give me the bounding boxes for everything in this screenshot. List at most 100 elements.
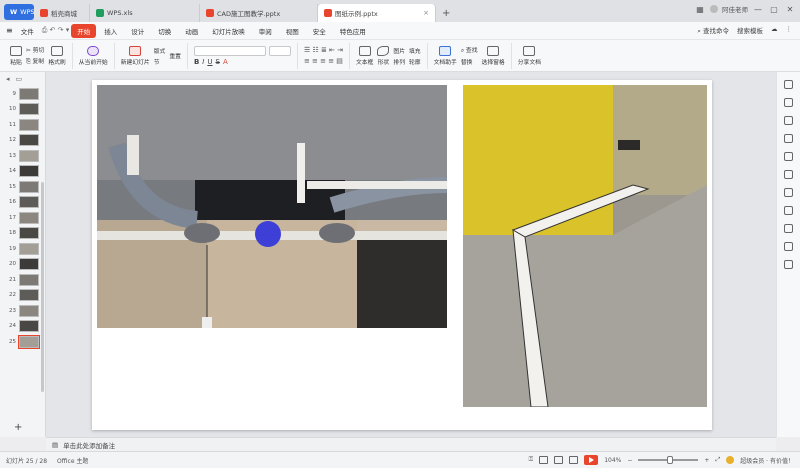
- user-name[interactable]: 阿佳老师: [722, 4, 748, 14]
- zoom-slider[interactable]: [638, 456, 699, 464]
- animation-icon[interactable]: [784, 116, 793, 125]
- outline-button[interactable]: 轮廓: [409, 57, 421, 66]
- slide-thumbnail[interactable]: 17: [0, 210, 45, 226]
- cut-button[interactable]: ✂ 剪切: [26, 45, 44, 54]
- close-window-icon[interactable]: ✕: [784, 5, 796, 14]
- maximize-icon[interactable]: ▢: [768, 5, 780, 14]
- current-slide[interactable]: [92, 80, 712, 430]
- baseboard-photo[interactable]: [463, 85, 707, 407]
- menu-home[interactable]: 开始: [71, 23, 97, 38]
- layout-button[interactable]: 版式: [154, 46, 166, 55]
- add-slide-button[interactable]: +: [14, 422, 22, 433]
- location-icon[interactable]: [784, 224, 793, 233]
- notes-bar[interactable]: ▤ 单击此处添加备注: [46, 437, 776, 451]
- paste-button[interactable]: 粘贴: [10, 45, 22, 66]
- play-slideshow-button[interactable]: [584, 455, 599, 465]
- tab-presentation-cad[interactable]: CAD施工图教学.pptx: [200, 4, 318, 22]
- cube-icon[interactable]: [784, 188, 793, 197]
- slide-thumbnail[interactable]: 16: [0, 195, 45, 211]
- menu-animation[interactable]: 动画: [179, 24, 204, 38]
- ceiling-duct-photo[interactable]: [97, 85, 447, 328]
- quick-access-icons[interactable]: ⎙ ↶ ↷ ▾: [42, 26, 70, 35]
- close-tab-icon[interactable]: ×: [423, 9, 429, 17]
- select-pane-button[interactable]: 选择窗格: [482, 45, 505, 66]
- fill-button[interactable]: 填充: [409, 46, 421, 55]
- slide-thumbnail[interactable]: 11: [0, 117, 45, 133]
- arrange-button[interactable]: 排列: [393, 57, 405, 66]
- tab-spreadsheet[interactable]: WPS.xls: [90, 4, 200, 22]
- cloud-icon[interactable]: ☁: [771, 25, 778, 36]
- help-icon[interactable]: [784, 260, 793, 269]
- picture-button[interactable]: 图片: [393, 46, 405, 55]
- font-color-button[interactable]: A: [223, 58, 228, 66]
- zoom-slider-knob[interactable]: [666, 456, 673, 464]
- new-tab-button[interactable]: +: [436, 4, 456, 22]
- find-button[interactable]: ⌕ 查找: [461, 45, 478, 55]
- minimize-icon[interactable]: —: [752, 5, 764, 14]
- replace-button[interactable]: 替换: [461, 57, 478, 66]
- zoom-level[interactable]: 104%: [604, 457, 621, 464]
- slide-thumbnail[interactable]: 12: [0, 133, 45, 149]
- tab-presentation-active[interactable]: 图纸示例.pptx ×: [318, 4, 436, 22]
- template-icon[interactable]: [784, 134, 793, 143]
- menu-security[interactable]: 安全: [307, 24, 332, 38]
- slide-thumbnail[interactable]: 21: [0, 272, 45, 288]
- slide-thumbnail[interactable]: 23: [0, 303, 45, 319]
- avatar[interactable]: [710, 5, 718, 13]
- section-button[interactable]: 节: [154, 57, 166, 66]
- menu-insert[interactable]: 插入: [98, 24, 123, 38]
- thumbnail-view-icon[interactable]: ▭: [16, 75, 23, 83]
- menu-view[interactable]: 视图: [280, 24, 305, 38]
- menu-transition[interactable]: 切换: [152, 24, 177, 38]
- shape-button[interactable]: 形状: [377, 45, 390, 66]
- menu-design[interactable]: 设计: [125, 24, 150, 38]
- menu-review[interactable]: 审阅: [253, 24, 278, 38]
- normal-view-icon[interactable]: [539, 456, 549, 464]
- slide-thumbnail[interactable]: 15: [0, 179, 45, 195]
- notes-placeholder[interactable]: 单击此处添加备注: [63, 440, 115, 450]
- menu-features[interactable]: 特色应用: [334, 24, 372, 38]
- menu-slideshow[interactable]: 幻灯片放映: [206, 24, 251, 38]
- reset-button[interactable]: 重置: [169, 51, 181, 60]
- lock-icon[interactable]: ⚿: [529, 456, 534, 464]
- slide-thumbnail[interactable]: 18: [0, 226, 45, 242]
- slide-thumbnail[interactable]: 13: [0, 148, 45, 164]
- settings-icon[interactable]: [784, 242, 793, 251]
- slide-thumbnail[interactable]: 19: [0, 241, 45, 257]
- menu-file[interactable]: 文件: [15, 24, 40, 38]
- properties-icon[interactable]: [784, 80, 793, 89]
- zoom-in-icon[interactable]: +: [704, 457, 709, 464]
- collapse-icon[interactable]: ◂: [6, 75, 10, 83]
- thumbnail-scrollbar[interactable]: [41, 182, 44, 392]
- sorter-view-icon[interactable]: [554, 456, 564, 464]
- more-icon[interactable]: ⋮: [786, 25, 793, 36]
- grid-icon[interactable]: ▦: [694, 5, 706, 14]
- search-template[interactable]: 搜索模板: [737, 25, 763, 36]
- fit-window-icon[interactable]: ⤢: [715, 456, 720, 464]
- slide-thumbnail[interactable]: 20: [0, 257, 45, 273]
- slide-thumbnail[interactable]: 14: [0, 164, 45, 180]
- style-icon[interactable]: [784, 98, 793, 107]
- font-size-input[interactable]: [268, 45, 291, 56]
- strikethrough-button[interactable]: S: [215, 58, 219, 66]
- format-painter-button[interactable]: 格式刷: [48, 45, 66, 66]
- image-icon[interactable]: [784, 206, 793, 215]
- tag-icon[interactable]: [784, 170, 793, 179]
- from-current-button[interactable]: 从当前开始: [79, 45, 108, 66]
- font-family-input[interactable]: [193, 45, 266, 56]
- slide-thumbnail[interactable]: 25: [0, 334, 45, 350]
- underline-button[interactable]: U: [207, 58, 212, 66]
- tab-docer[interactable]: 稻壳商城: [34, 4, 90, 22]
- slide-thumbnail[interactable]: 22: [0, 288, 45, 304]
- slide-thumbnail[interactable]: 9: [0, 86, 45, 102]
- textbox-button[interactable]: 文本框: [356, 45, 373, 66]
- reading-view-icon[interactable]: [569, 456, 579, 464]
- new-slide-button[interactable]: 新建幻灯片: [121, 45, 150, 66]
- tab-wps-home[interactable]: W WPS: [4, 4, 35, 20]
- list-icons[interactable]: ☰ ☷ ≣ ⇤ ⇥: [304, 46, 343, 54]
- slide-thumbnail[interactable]: 10: [0, 102, 45, 118]
- search-command[interactable]: ⌕ 查找命令: [697, 25, 729, 36]
- star-icon[interactable]: [784, 152, 793, 161]
- bold-button[interactable]: B: [194, 58, 199, 66]
- hamburger-icon[interactable]: ≡: [6, 26, 13, 35]
